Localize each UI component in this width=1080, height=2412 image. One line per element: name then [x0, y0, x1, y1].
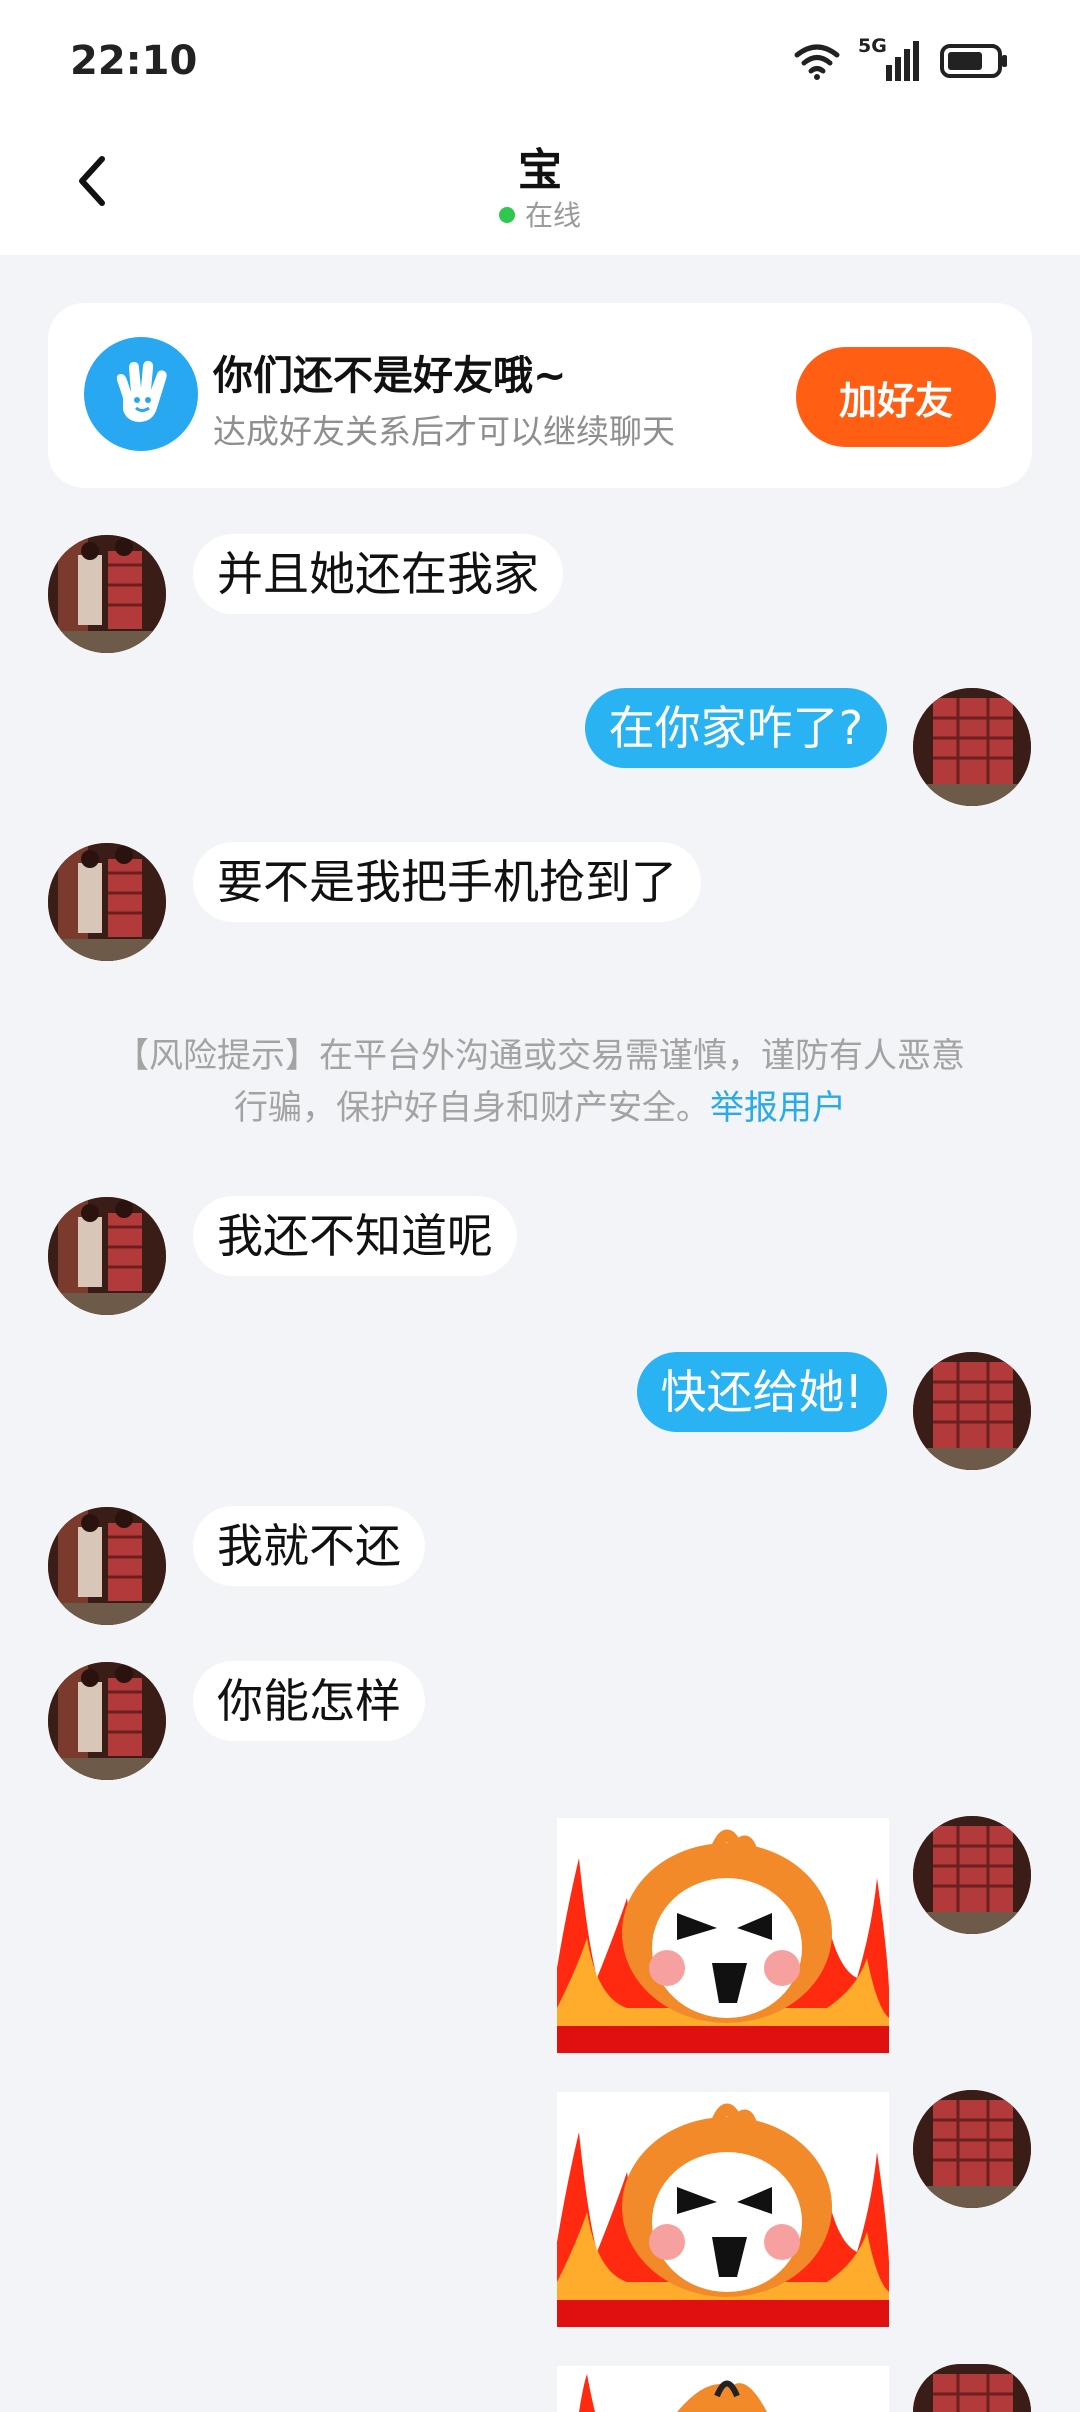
user-avatar[interactable]: [913, 2090, 1031, 2208]
online-status-label: 在线: [524, 199, 581, 232]
message-bubble-received[interactable]: 你能怎样: [193, 1661, 425, 1741]
risk-notice: 【风险提示】在平台外沟通或交易需谨慎，谨防有人恶意 行骗，保护好自身和财产安全。…: [80, 1030, 1000, 1134]
battery-icon: [940, 44, 1007, 78]
add-friend-card: 你们还不是好友哦~ 达成好友关系后才可以继续聊天 加好友: [48, 303, 1032, 488]
user-avatar[interactable]: [913, 1352, 1031, 1470]
sticker-message[interactable]: [557, 1818, 889, 2053]
contact-avatar[interactable]: [48, 843, 166, 961]
message-bubble-received[interactable]: 我就不还: [193, 1506, 425, 1586]
status-time: 22:10: [70, 38, 198, 84]
angry-cartoon-sticker: [557, 2366, 889, 2412]
contact-avatar[interactable]: [48, 1662, 166, 1780]
friend-card-subtitle: 达成好友关系后才可以继续聊天: [213, 412, 675, 451]
online-status: 在线: [0, 194, 1080, 234]
chat-header: 宝 在线: [0, 120, 1080, 255]
add-friend-button[interactable]: 加好友: [796, 347, 996, 447]
contact-name: 宝: [518, 145, 562, 196]
message-bubble-sent[interactable]: 在你家咋了?: [584, 688, 887, 768]
user-avatar[interactable]: [913, 2364, 1031, 2412]
contact-avatar[interactable]: [48, 535, 166, 653]
online-dot-icon: [498, 207, 515, 223]
status-icons: 5G: [792, 35, 1010, 86]
contact-avatar[interactable]: [48, 1197, 166, 1315]
status-bar: 22:10 5G: [0, 0, 1080, 120]
contact-avatar[interactable]: [48, 1507, 166, 1625]
angry-cartoon-sticker: [557, 1818, 889, 2053]
message-bubble-sent[interactable]: 快还给她!: [636, 1352, 887, 1432]
user-avatar[interactable]: [913, 688, 1031, 806]
sticker-message[interactable]: [557, 2366, 889, 2412]
message-bubble-received[interactable]: 我还不知道呢: [193, 1196, 517, 1276]
chat-screen: 22:10 5G 宝 在线 你们还不是好友哦~ 达成好友关系后才可以继续聊天 加…: [0, 0, 1080, 2412]
angry-cartoon-sticker: [557, 2092, 889, 2327]
risk-notice-line1: 【风险提示】在平台外沟通或交易需谨慎，谨防有人恶意: [115, 1036, 965, 1076]
wifi-icon: [794, 44, 840, 80]
message-bubble-received[interactable]: 并且她还在我家: [193, 534, 563, 614]
sticker-message[interactable]: [557, 2092, 889, 2327]
hand-wave-icon: [84, 337, 198, 451]
risk-notice-line2: 行骗，保护好自身和财产安全。: [234, 1088, 710, 1128]
signal-icon: 5G: [858, 35, 924, 83]
user-avatar[interactable]: [913, 1816, 1031, 1934]
friend-card-title: 你们还不是好友哦~: [213, 353, 567, 399]
report-user-link[interactable]: 举报用户: [710, 1088, 846, 1128]
message-bubble-received[interactable]: 要不是我把手机抢到了: [193, 842, 701, 922]
risk-notice-line2-row: 行骗，保护好自身和财产安全。举报用户: [80, 1082, 1000, 1134]
